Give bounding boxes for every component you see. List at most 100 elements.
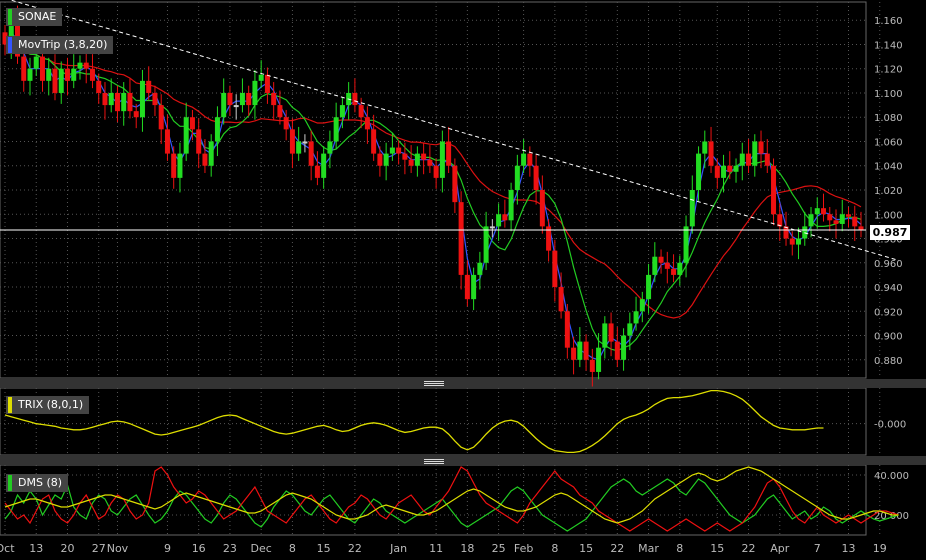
candle-body <box>221 92 227 118</box>
candle-body <box>696 153 702 190</box>
candle-body <box>314 165 320 178</box>
candle-body <box>296 141 302 154</box>
candle-body <box>633 311 639 324</box>
candle-body <box>33 56 39 69</box>
y-tick-label: 1.160 <box>874 16 903 27</box>
candle-body <box>139 80 145 118</box>
candle-body <box>821 208 827 215</box>
x-tick-label: 27 <box>92 542 106 555</box>
candle-body <box>646 274 652 300</box>
candle-body <box>158 105 164 130</box>
candle-body <box>89 68 95 81</box>
movtrip-swatch <box>8 37 12 53</box>
x-tick-label: Feb <box>514 542 533 555</box>
candle-body <box>371 129 377 154</box>
candle-body <box>421 153 427 160</box>
panel-separator-1 <box>0 379 926 388</box>
x-tick-label: 9 <box>164 542 171 555</box>
candle-body <box>508 190 514 221</box>
candle-body <box>46 68 52 81</box>
candle-body <box>708 141 714 166</box>
candle-body <box>702 141 708 154</box>
candle-body <box>683 226 689 263</box>
candle-body <box>564 311 570 348</box>
x-tick-label: Apr <box>770 542 790 555</box>
candle-body <box>96 80 102 93</box>
candle-body <box>277 105 283 118</box>
panel-separator-2 <box>0 456 926 465</box>
chart-canvas: 1.160 1.140 1.120 1.100 1.080 1.060 1.040 1.020… <box>0 0 926 555</box>
last-price-badge: 0.987 <box>870 225 910 240</box>
y-tick-label: 0.960 <box>874 259 903 270</box>
candle-body <box>602 323 608 348</box>
candle-body <box>171 153 177 178</box>
x-tick-label: 16 <box>192 542 206 555</box>
candle-body <box>77 62 83 69</box>
candle-body <box>577 341 583 360</box>
dms-label[interactable]: DMS (8) <box>6 474 69 492</box>
candle-body <box>639 299 645 312</box>
candle-body <box>414 153 420 166</box>
trix-label[interactable]: TRIX (8,0,1) <box>6 396 90 414</box>
instrument-swatch <box>8 9 12 25</box>
candle-body <box>302 141 308 144</box>
candle-body <box>164 129 170 154</box>
y-tick-label: 1.080 <box>874 113 903 124</box>
candle-body <box>496 214 502 227</box>
candle-body <box>258 74 264 81</box>
candle-body <box>196 129 202 154</box>
candle-body <box>121 92 127 112</box>
trix-tick-label: -0.000 <box>874 420 906 431</box>
candle-body <box>446 141 452 166</box>
candle-body <box>583 341 589 360</box>
candle-body <box>539 190 545 227</box>
candle-body <box>383 153 389 166</box>
candle-body <box>739 153 745 166</box>
candle-body <box>208 141 214 166</box>
candle-body <box>389 147 395 154</box>
x-tick-label: 22 <box>742 542 756 555</box>
candle-body <box>814 208 820 215</box>
x-tick-label: 11 <box>429 542 443 555</box>
candle-body <box>733 165 739 172</box>
candle-body <box>239 92 245 106</box>
x-tick-label: 22 <box>610 542 624 555</box>
candle-body <box>727 165 733 172</box>
candle-body <box>439 141 445 178</box>
candle-body <box>489 226 495 229</box>
panel-resize-handle-1[interactable] <box>424 381 444 387</box>
x-tick-label: 25 <box>492 542 506 555</box>
candle-body <box>64 68 70 81</box>
candle-body <box>764 153 770 166</box>
candle-body <box>627 323 633 336</box>
candle-body <box>402 153 408 160</box>
x-tick-label: 8 <box>551 542 558 555</box>
y-tick-label: 0.900 <box>874 332 903 343</box>
dms-swatch <box>8 475 12 491</box>
candle-body <box>652 256 658 275</box>
candle-body <box>533 165 539 190</box>
candle-body <box>271 92 277 106</box>
y-tick-label: 1.040 <box>874 162 903 173</box>
panel-resize-handle-2[interactable] <box>424 459 444 465</box>
candle-body <box>839 214 845 224</box>
candle-body <box>621 335 627 360</box>
candle-body <box>677 262 683 275</box>
candle-body <box>846 214 852 217</box>
instrument-label[interactable]: SONAE <box>6 8 63 26</box>
candle-body <box>771 165 777 215</box>
trix-swatch <box>8 397 12 413</box>
candle-body <box>827 214 833 221</box>
candle-body <box>664 262 670 269</box>
candle-body <box>477 262 483 275</box>
candle-body <box>21 56 27 81</box>
x-tick-label: Oct <box>0 542 15 555</box>
x-tick-label: 18 <box>460 542 474 555</box>
y-tick-label: 0.920 <box>874 307 903 318</box>
candle-body <box>858 226 864 231</box>
x-tick-label: 20 <box>60 542 74 555</box>
movtrip-label[interactable]: MovTrip (3,8,20) <box>6 36 114 54</box>
candle-body <box>521 153 527 166</box>
x-tick-label: Mar <box>638 542 659 555</box>
x-tick-label: 23 <box>223 542 237 555</box>
